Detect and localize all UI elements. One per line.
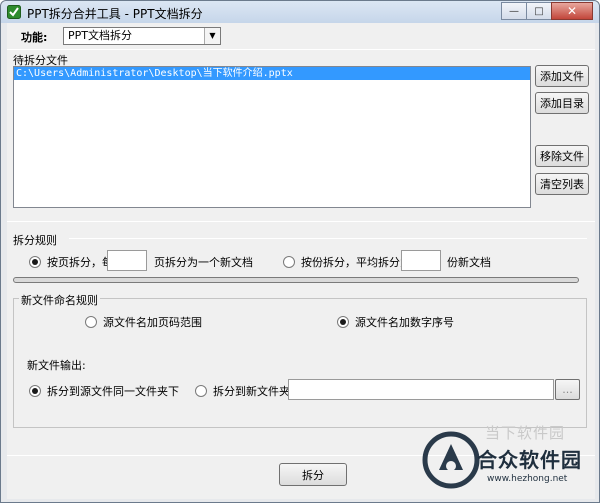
radio-dot xyxy=(29,256,41,268)
dropdown-arrow-icon[interactable]: ▼ xyxy=(204,28,220,44)
add-file-button[interactable]: 添加文件 xyxy=(535,65,589,87)
minimize-icon: — xyxy=(509,5,519,17)
watermark-line1: 当下软件园 xyxy=(485,424,566,442)
app-window: PPT拆分合并工具 - PPT文档拆分 — □ ✕ 功能: PPT文档拆分 ▼ … xyxy=(0,0,600,503)
split-by-copies-suffix: 份新文档 xyxy=(447,256,491,269)
output-label: 新文件输出: xyxy=(27,359,86,372)
output-same-folder-label: 拆分到源文件同一文件夹下 xyxy=(47,385,179,398)
watermark-line3: www.hezhong.net xyxy=(487,474,568,484)
pages-per-file-input[interactable] xyxy=(107,250,147,271)
radio-dot xyxy=(85,316,97,328)
remove-file-button[interactable]: 移除文件 xyxy=(535,145,589,167)
function-select-value: PPT文档拆分 xyxy=(68,29,132,42)
file-list[interactable]: C:\Users\Administrator\Desktop\当下软件介绍.pp… xyxy=(13,66,531,208)
split-by-copies-radio[interactable]: 按份拆分，平均拆分为 xyxy=(283,254,411,270)
close-icon: ✕ xyxy=(566,4,578,18)
maximize-button[interactable]: □ xyxy=(526,2,552,20)
split-by-copies-label: 按份拆分，平均拆分为 xyxy=(301,256,411,269)
title-bar: PPT拆分合并工具 - PPT文档拆分 — □ ✕ xyxy=(1,1,599,23)
split-button[interactable]: 拆分 xyxy=(279,463,347,486)
divider xyxy=(7,49,595,50)
radio-dot xyxy=(195,385,207,397)
radio-dot xyxy=(283,256,295,268)
close-button[interactable]: ✕ xyxy=(551,2,593,20)
clear-list-button[interactable]: 清空列表 xyxy=(535,173,589,195)
function-label: 功能: xyxy=(21,31,48,44)
window-title: PPT拆分合并工具 - PPT文档拆分 xyxy=(27,7,203,21)
split-by-page-radio[interactable]: 按页拆分，每 xyxy=(29,254,113,270)
radio-dot xyxy=(337,316,349,328)
minimize-button[interactable]: — xyxy=(501,2,527,20)
radio-dot xyxy=(29,385,41,397)
name-number-seq-label: 源文件名加数字序号 xyxy=(355,316,454,329)
file-list-item[interactable]: C:\Users\Administrator\Desktop\当下软件介绍.pp… xyxy=(14,67,530,80)
name-page-range-label: 源文件名加页码范围 xyxy=(103,316,202,329)
split-by-page-suffix: 页拆分为一个新文档 xyxy=(154,256,253,269)
watermark-logo-icon xyxy=(422,431,480,489)
section-separator xyxy=(13,277,579,283)
output-new-folder-label: 拆分到新文件夹: xyxy=(213,385,294,398)
browse-folder-button[interactable]: ... xyxy=(555,379,580,400)
watermark-line2: 合众软件园 xyxy=(477,448,582,472)
divider xyxy=(7,221,595,222)
divider xyxy=(69,238,587,239)
name-page-range-radio[interactable]: 源文件名加页码范围 xyxy=(85,314,202,330)
name-number-seq-radio[interactable]: 源文件名加数字序号 xyxy=(337,314,454,330)
maximize-icon: □ xyxy=(534,5,544,17)
output-folder-input[interactable] xyxy=(288,379,554,400)
watermark: 当下软件园 合众软件园 www.hezhong.net xyxy=(421,422,591,494)
naming-group-label: 新文件命名规则 xyxy=(19,292,100,308)
split-by-page-label: 按页拆分，每 xyxy=(47,256,113,269)
output-new-folder-radio[interactable]: 拆分到新文件夹: xyxy=(195,383,294,399)
function-select[interactable]: PPT文档拆分 ▼ xyxy=(63,27,221,45)
add-dir-button[interactable]: 添加目录 xyxy=(535,92,589,114)
split-rule-group-label: 拆分规则 xyxy=(13,234,57,247)
app-check-icon xyxy=(7,5,21,19)
window-controls: — □ ✕ xyxy=(501,2,593,20)
output-same-folder-radio[interactable]: 拆分到源文件同一文件夹下 xyxy=(29,383,179,399)
copies-count-input[interactable] xyxy=(401,250,441,271)
